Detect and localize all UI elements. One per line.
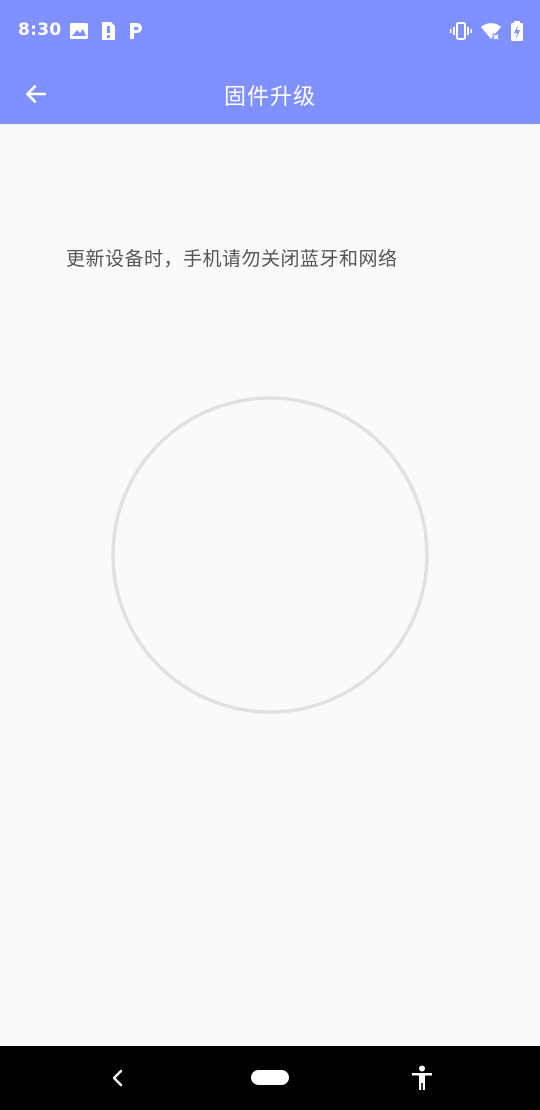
sim-alert-icon	[97, 20, 119, 42]
accessibility-icon	[410, 1065, 434, 1091]
nav-back-icon	[110, 1069, 124, 1087]
battery-charging-icon	[506, 20, 528, 42]
status-time: 8:30	[18, 20, 62, 40]
progress-ring	[111, 396, 429, 714]
nav-home-button[interactable]	[251, 1070, 289, 1085]
vibrate-icon	[450, 20, 472, 42]
nav-back-button[interactable]	[104, 1064, 130, 1092]
status-bar: 8:30	[0, 0, 540, 64]
wifi-off-icon	[480, 20, 502, 42]
update-notice: 更新设备时，手机请勿关闭蓝牙和网络	[66, 248, 398, 270]
parking-app-icon	[124, 20, 146, 42]
accessibility-button[interactable]	[408, 1064, 436, 1092]
nav-bar	[0, 1046, 540, 1110]
app-bar: 固件升级	[0, 64, 540, 124]
image-icon	[68, 20, 90, 42]
page-title: 固件升级	[223, 85, 316, 110]
